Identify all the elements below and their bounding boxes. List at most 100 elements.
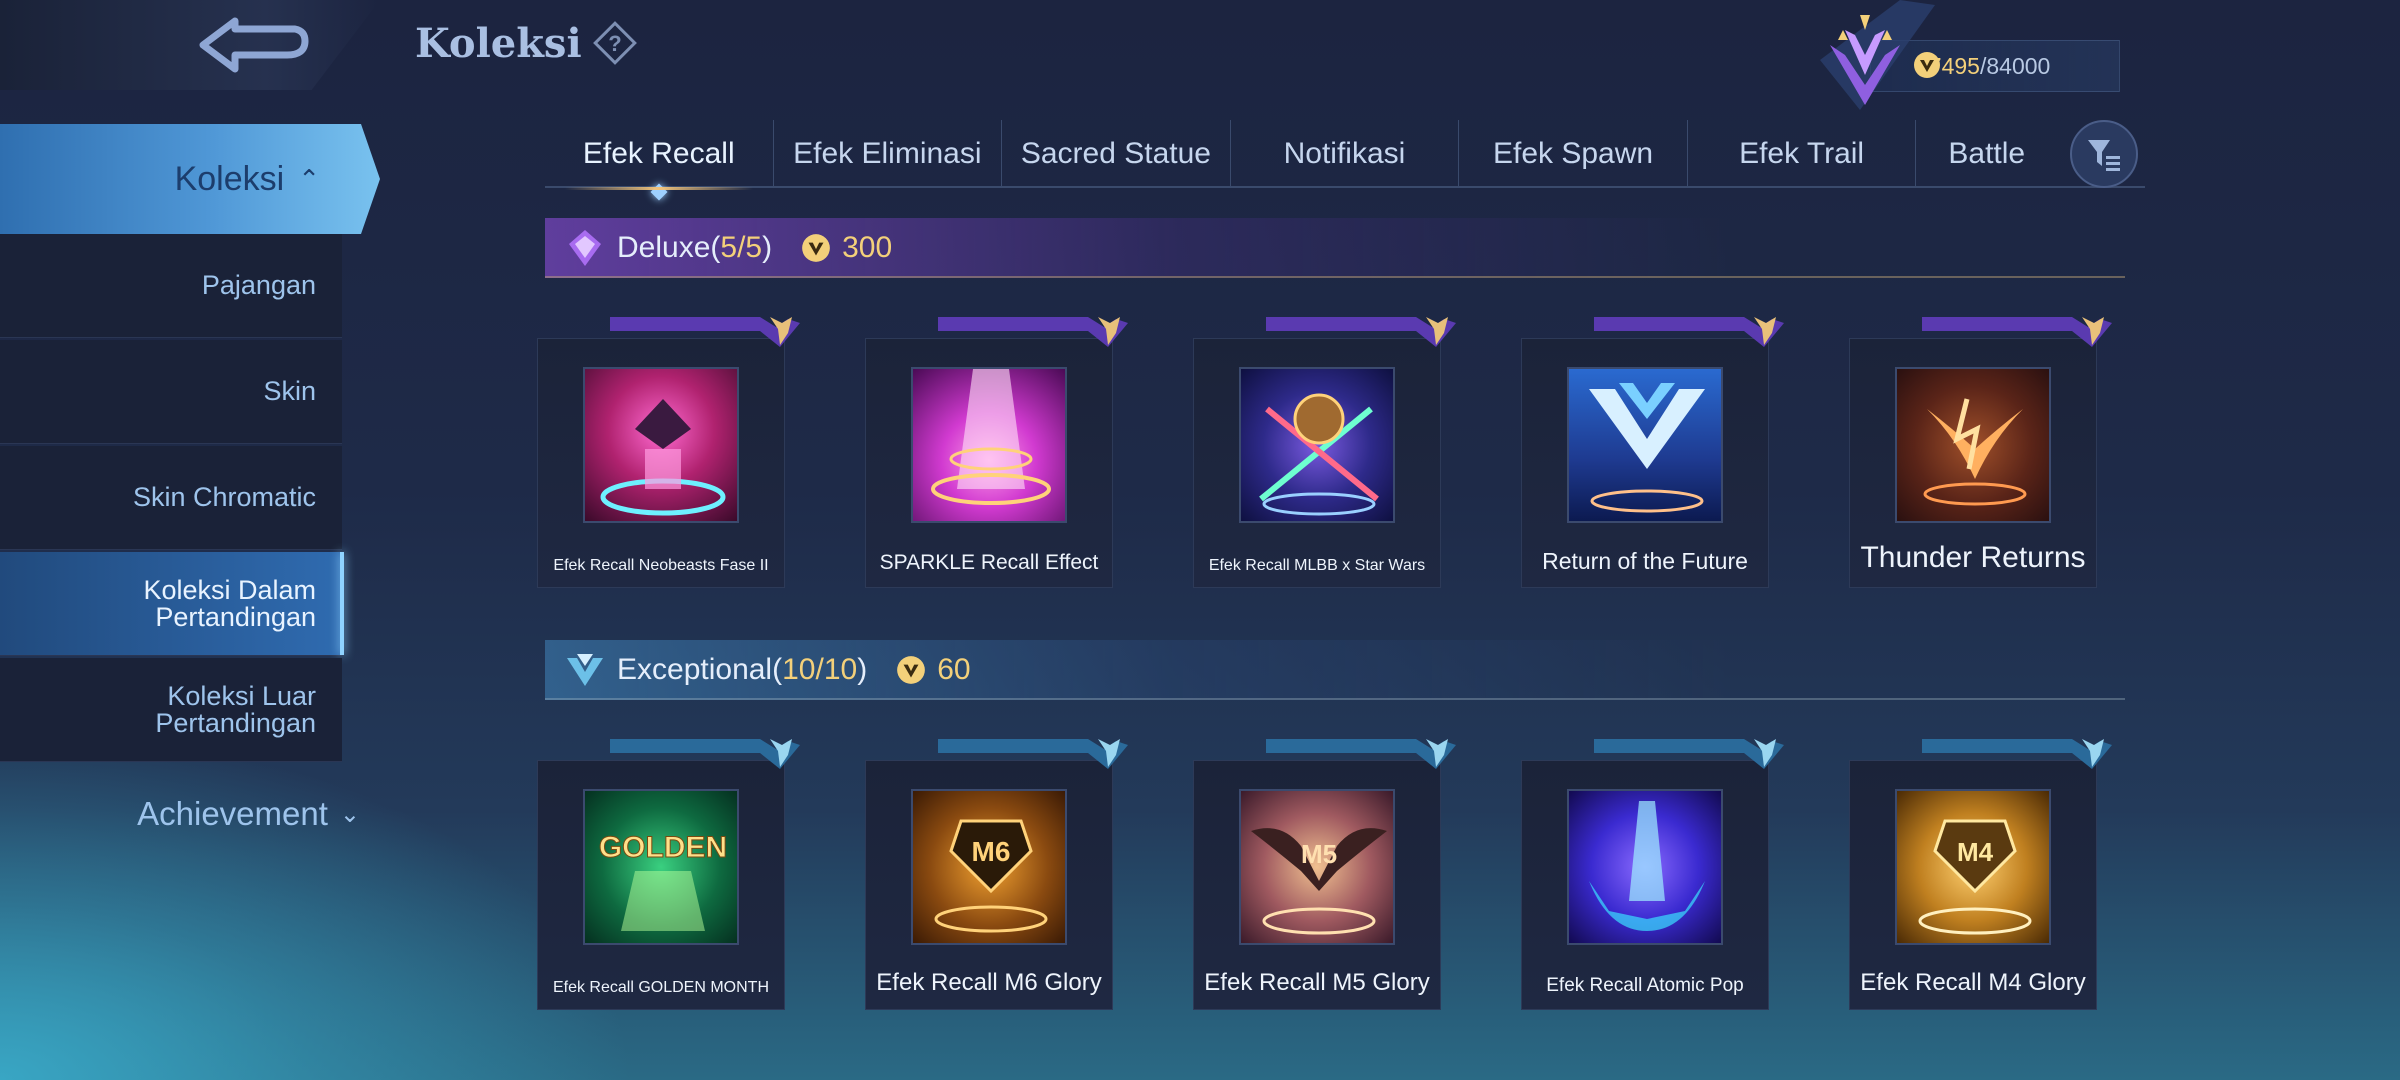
item-thumbnail: [583, 367, 739, 523]
deluxe-ribbon-icon: [1266, 317, 1456, 347]
item-name: Efek Recall M6 Glory: [876, 969, 1102, 996]
item-thumbnail: [1567, 367, 1723, 523]
deluxe-ribbon-icon: [1922, 317, 2112, 347]
back-arrow-icon: [199, 17, 309, 73]
collection-item-card[interactable]: Thunder Returns: [1849, 317, 2112, 588]
item-name: Efek Recall M4 Glory: [1860, 969, 2086, 996]
section-title: Deluxe: [617, 231, 711, 264]
tab-efek-eliminasi[interactable]: Efek Eliminasi: [774, 120, 1003, 188]
sidebar-item-skin-chromatic[interactable]: Skin Chromatic: [0, 446, 342, 550]
section-header-deluxe: Deluxe(5/5) 300: [545, 218, 2125, 278]
collection-coin-icon: [802, 234, 830, 262]
filter-button[interactable]: [2070, 120, 2138, 188]
section-cost: 300: [800, 231, 892, 265]
section-cost-value: 300: [842, 231, 893, 264]
collection-coin-icon: [897, 656, 926, 684]
tab-efek-recall[interactable]: Efek Recall: [545, 120, 774, 190]
help-icon[interactable]: ?: [590, 18, 640, 68]
collection-item-card[interactable]: M5 Efek Recall M5 Glory: [1193, 739, 1456, 1010]
item-name: Thunder Returns: [1860, 541, 2086, 574]
item-name: Efek Recall Neobeasts Fase II: [553, 557, 769, 574]
tab-label: Efek Trail: [1739, 137, 1865, 170]
section-header-exceptional: Exceptional(10/10) 60: [545, 640, 2125, 700]
back-button[interactable]: [190, 10, 320, 80]
deluxe-ribbon-icon: [1594, 317, 1784, 347]
section-title: Exceptional: [617, 653, 773, 686]
item-thumbnail: M6: [911, 789, 1067, 945]
tab-label: Efek Spawn: [1492, 137, 1654, 170]
tab-label: Sacred Statue: [1020, 137, 1211, 170]
section-cost-value: 60: [937, 653, 971, 686]
tab-label: Battle: [1948, 137, 2026, 170]
tab-efek-trail[interactable]: Efek Trail: [1688, 120, 1917, 188]
item-thumbnail: M5: [1239, 789, 1395, 945]
deluxe-diamond-icon: [569, 230, 601, 266]
collection-item-card[interactable]: GOLDEN Efek Recall GOLDEN MONTH: [537, 739, 800, 1010]
collection-item-card[interactable]: Efek Recall Atomic Pop: [1521, 739, 1784, 1010]
svg-text:?: ?: [608, 31, 621, 56]
sidebar-item-pajangan[interactable]: Pajangan: [0, 234, 342, 338]
item-thumbnail: M4: [1895, 789, 2051, 945]
deluxe-ribbon-icon: [610, 317, 800, 347]
collection-item-card[interactable]: M4 Efek Recall M4 Glory: [1849, 739, 2112, 1010]
category-tabs: Efek Recall Efek Eliminasi Sacred Statue…: [545, 120, 2145, 190]
thumb-label: M5: [1301, 839, 1337, 869]
sidebar-item-label: Koleksi Luar Pertandingan: [155, 680, 316, 738]
item-name: Efek Recall Atomic Pop: [1546, 975, 1744, 996]
thumb-label: M4: [1957, 837, 1994, 867]
tab-label: Notifikasi: [1283, 137, 1406, 170]
sidebar-koleksi-label: Koleksi: [174, 159, 285, 198]
section-count-close: ): [857, 653, 868, 686]
exceptional-ribbon-icon: [610, 739, 800, 769]
collector-rank-emblem-icon: [1820, 0, 1935, 110]
item-name: Efek Recall MLBB x Star Wars: [1208, 557, 1426, 574]
collection-item-card[interactable]: Efek Recall MLBB x Star Wars: [1193, 317, 1456, 588]
sidebar-item-label: Koleksi Dalam Pertandingan: [143, 574, 316, 632]
sidebar-item-label: Pajangan: [201, 270, 316, 300]
item-thumbnail: GOLDEN: [583, 789, 739, 945]
sidebar-item-skin[interactable]: Skin: [0, 340, 342, 444]
item-thumbnail: [911, 367, 1067, 523]
collection-item-card[interactable]: SPARKLE Recall Effect: [865, 317, 1128, 588]
item-name: SPARKLE Recall Effect: [879, 551, 1099, 574]
item-name: Efek Recall GOLDEN MONTH: [552, 979, 770, 996]
sidebar-item-koleksi-luar-pertandingan[interactable]: Koleksi Luar Pertandingan: [0, 658, 342, 762]
currency-max: /84000: [1979, 52, 2051, 79]
sidebar-achievement[interactable]: Achievement ⌄: [0, 784, 360, 844]
section-count-open: (: [772, 653, 783, 686]
tab-efek-spawn[interactable]: Efek Spawn: [1459, 120, 1688, 188]
sidebar-item-koleksi-dalam-pertandingan[interactable]: Koleksi Dalam Pertandingan: [0, 552, 344, 656]
tab-sacred-statue[interactable]: Sacred Statue: [1002, 120, 1231, 188]
item-thumbnail: [1895, 367, 2051, 523]
thumb-label: M6: [972, 836, 1011, 867]
section-count-close: ): [762, 231, 773, 264]
collection-item-card[interactable]: Efek Recall Neobeasts Fase II: [537, 317, 800, 588]
section-header-background: [545, 218, 2125, 278]
sidebar-item-label: Skin Chromatic: [132, 482, 316, 512]
exceptional-ribbon-icon: [1922, 739, 2112, 769]
item-thumbnail: [1239, 367, 1395, 523]
section-count: 5/5: [720, 231, 763, 264]
tab-label: Efek Recall: [582, 137, 735, 170]
chevron-down-icon: ⌄: [339, 800, 360, 828]
chevron-up-icon: ⌃: [298, 163, 320, 194]
sidebar-item-label: Skin: [263, 376, 316, 406]
exceptional-diamond-icon: [567, 654, 603, 686]
item-thumbnail: [1567, 789, 1723, 945]
filter-icon: [2088, 140, 2120, 171]
exceptional-ribbon-icon: [938, 739, 1128, 769]
sidebar-achievement-label: Achievement: [137, 795, 328, 832]
section-count-open: (: [710, 231, 721, 264]
thumb-label: GOLDEN: [599, 831, 727, 864]
page-title: Koleksi: [415, 20, 582, 67]
exceptional-ribbon-icon: [1266, 739, 1456, 769]
collection-item-card[interactable]: M6 Efek Recall M6 Glory: [865, 739, 1128, 1010]
collection-item-card[interactable]: Return of the Future: [1521, 317, 1784, 588]
item-name: Efek Recall M5 Glory: [1204, 969, 1430, 996]
section-cost: 60: [895, 653, 971, 687]
sidebar-koleksi-header[interactable]: Koleksi ⌃: [0, 124, 380, 234]
section-count: 10/10: [782, 653, 858, 686]
deluxe-ribbon-icon: [938, 317, 1128, 347]
tab-notifikasi[interactable]: Notifikasi: [1231, 120, 1460, 188]
tab-label: Efek Eliminasi: [793, 137, 982, 170]
